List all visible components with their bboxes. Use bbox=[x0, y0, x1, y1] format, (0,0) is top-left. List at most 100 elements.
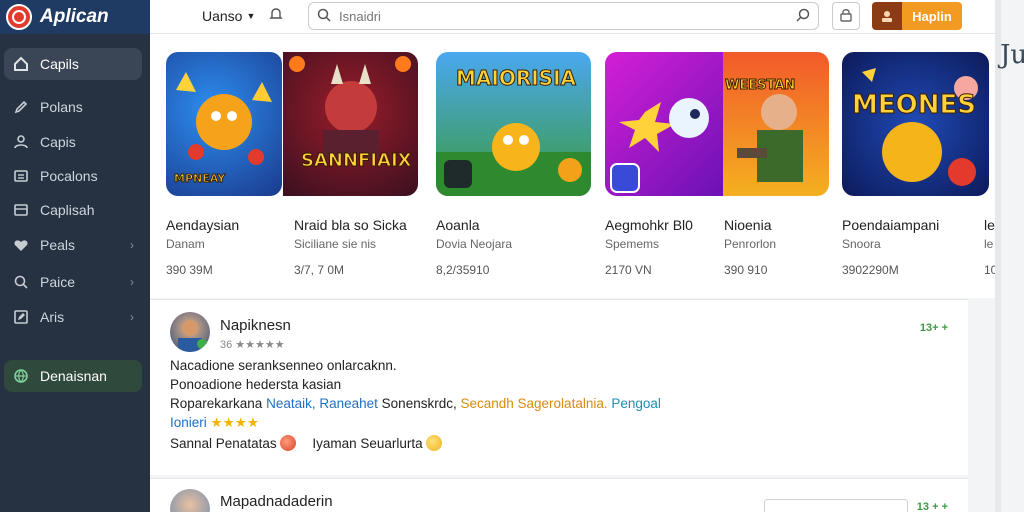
apps-section: MPNEAY SANNFIAIX Aendaysian Danam 390 39… bbox=[150, 34, 995, 298]
app-subtitle: Danam bbox=[166, 237, 205, 251]
sidebar-item-label: Peals bbox=[40, 237, 76, 253]
lock-icon bbox=[840, 8, 852, 25]
app-thumbnail: MAIORISIA bbox=[436, 52, 591, 196]
reviewer-name: Napiknesn bbox=[220, 317, 291, 334]
review-line: Roparekarkana Neataik, Raneahet Sonenskr… bbox=[170, 396, 661, 411]
review-link[interactable]: Pengoal bbox=[611, 396, 661, 411]
topbar: Uanso ▼ Haplin bbox=[150, 0, 998, 34]
sidebar-item-label: Denaisnan bbox=[40, 368, 107, 384]
emoji-icon bbox=[425, 435, 442, 451]
chevron-right-icon: › bbox=[130, 238, 134, 252]
review-line: Sannal Penatatas Iyaman Seuarlurta bbox=[170, 435, 445, 451]
edge-text: Ju bbox=[1000, 40, 1024, 70]
review-link[interactable]: Ionieri bbox=[170, 415, 207, 430]
app-name: Aoanla bbox=[436, 217, 480, 233]
reviewer-name: Mapadnadaderin bbox=[220, 493, 333, 510]
app-name: Poendaiampani bbox=[842, 217, 940, 233]
app-subtitle: Penrorlon bbox=[724, 237, 777, 251]
search-input[interactable] bbox=[339, 8, 779, 24]
review-card: Mapadnadaderin 13 + + bbox=[150, 478, 968, 512]
sidebar: Aplican Capils Polans Capis Pocalons Cap… bbox=[0, 0, 150, 512]
app-subtitle: Siciliane sie nis bbox=[294, 237, 377, 251]
app-thumbnail: MEONES bbox=[842, 52, 989, 196]
edit-icon bbox=[12, 308, 30, 326]
emoji-icon bbox=[279, 435, 296, 451]
sidebar-item-denaisnan[interactable]: Denaisnan bbox=[4, 360, 142, 392]
sidebar-item-label: Capis bbox=[40, 134, 76, 150]
sidebar-item-capils[interactable]: Capils bbox=[4, 48, 142, 80]
app-card[interactable]: MAIORISIA Aoanla Dovia Neojara 8,2/35910 bbox=[436, 34, 596, 298]
sidebar-item-pocalons[interactable]: Pocalons bbox=[4, 160, 142, 192]
language-selector[interactable]: Uanso ▼ bbox=[202, 8, 255, 24]
sidebar-item-paice[interactable]: Paice › bbox=[4, 266, 142, 298]
avatar[interactable] bbox=[170, 489, 210, 512]
review-link[interactable]: Neataik, Raneahet bbox=[266, 396, 378, 411]
notification-icon[interactable] bbox=[268, 6, 286, 24]
review-line: Ionieri ★★★★ bbox=[170, 415, 259, 431]
review-card: Napiknesn 36 ★★★★★ 13+ + Nacadione seran… bbox=[150, 299, 968, 475]
app-subtitle: le bbox=[984, 237, 994, 251]
app-size: 3902290M bbox=[842, 263, 899, 277]
review-link[interactable]: Secandh Sagerolatalnia. bbox=[460, 396, 607, 411]
app-card[interactable]: Nioenia Penrorlon 390 910 bbox=[724, 34, 836, 298]
app-size: 8,2/35910 bbox=[436, 263, 490, 277]
cta-label: Haplin bbox=[912, 8, 952, 24]
sidebar-item-caplisah[interactable]: Caplisah bbox=[4, 194, 142, 226]
caret-down-icon: ▼ bbox=[246, 11, 256, 21]
app-name: Aegmohkr Bl0 bbox=[605, 217, 693, 233]
list-icon bbox=[12, 167, 30, 185]
sidebar-item-label: Paice bbox=[40, 274, 76, 290]
search-submit-icon[interactable] bbox=[796, 8, 810, 25]
reply-input[interactable] bbox=[764, 499, 908, 512]
sidebar-item-label: Capils bbox=[40, 56, 79, 72]
avatar[interactable] bbox=[170, 312, 210, 352]
pen-icon bbox=[12, 98, 30, 116]
brand[interactable]: Aplican bbox=[0, 0, 150, 34]
cta-button[interactable]: Haplin bbox=[872, 2, 962, 30]
app-thumbnail bbox=[605, 52, 723, 196]
sidebar-item-capis[interactable]: Capis bbox=[4, 126, 142, 158]
app-card[interactable]: MEONES Poendaiampani Snoora 3902290M bbox=[842, 34, 995, 298]
app-size: 390 39M bbox=[166, 263, 213, 277]
language-label: Uanso bbox=[202, 8, 243, 24]
home-icon bbox=[12, 55, 30, 73]
review-line: Nacadione seranksenneo onlarcaknn. bbox=[170, 358, 397, 373]
app-subtitle: Spemems bbox=[605, 237, 660, 251]
sidebar-item-label: Pocalons bbox=[40, 168, 98, 184]
globe-icon bbox=[12, 367, 30, 385]
app-name: Nioenia bbox=[724, 217, 772, 233]
app-size: 10 bbox=[984, 263, 995, 277]
chevron-right-icon: › bbox=[130, 310, 134, 324]
sidebar-item-label: Aris bbox=[40, 309, 65, 325]
lock-button[interactable] bbox=[832, 2, 860, 30]
sidebar-item-polans[interactable]: Polans bbox=[4, 91, 142, 123]
heart-icon bbox=[12, 236, 30, 254]
app-thumbnail: MPNEAY bbox=[166, 52, 282, 196]
brand-logo-icon bbox=[6, 4, 32, 30]
sidebar-item-peals[interactable]: Peals › bbox=[4, 229, 142, 261]
review-time: 13+ + bbox=[919, 322, 948, 334]
app-subtitle: Snoora bbox=[842, 237, 881, 251]
app-art-label: MPNEAY bbox=[173, 172, 226, 186]
scrollbar[interactable] bbox=[995, 0, 1001, 512]
review-time: 13 + + bbox=[916, 501, 948, 512]
sidebar-item-aris[interactable]: Aris › bbox=[4, 301, 142, 333]
review-text: Iyaman Seuarlurta bbox=[312, 436, 423, 451]
chevron-right-icon: › bbox=[130, 275, 134, 289]
review-text: Roparekarkana bbox=[170, 396, 263, 411]
app-size: 390 910 bbox=[724, 263, 768, 277]
search-bar bbox=[308, 2, 819, 30]
review-text: Sonenskrdc, bbox=[381, 396, 457, 411]
review-line: Ponoadione hedersta kasian bbox=[170, 377, 342, 392]
review-text: Sannal Penatatas bbox=[170, 436, 277, 451]
app-card[interactable]: le le 10 bbox=[984, 34, 995, 298]
user-icon bbox=[12, 133, 30, 151]
app-art-label: MAIORISIA bbox=[456, 66, 577, 91]
sidebar-item-label: Caplisah bbox=[40, 202, 95, 218]
user-badge-icon bbox=[872, 2, 902, 30]
app-name: Nraid bla so Sicka bbox=[294, 217, 407, 233]
tag-icon bbox=[12, 273, 30, 291]
search-icon bbox=[317, 8, 331, 25]
app-card[interactable]: Nraid bla so Sicka Siciliane sie nis 3/7… bbox=[294, 34, 434, 298]
review-meta: 36 ★★★★★ bbox=[220, 339, 285, 351]
